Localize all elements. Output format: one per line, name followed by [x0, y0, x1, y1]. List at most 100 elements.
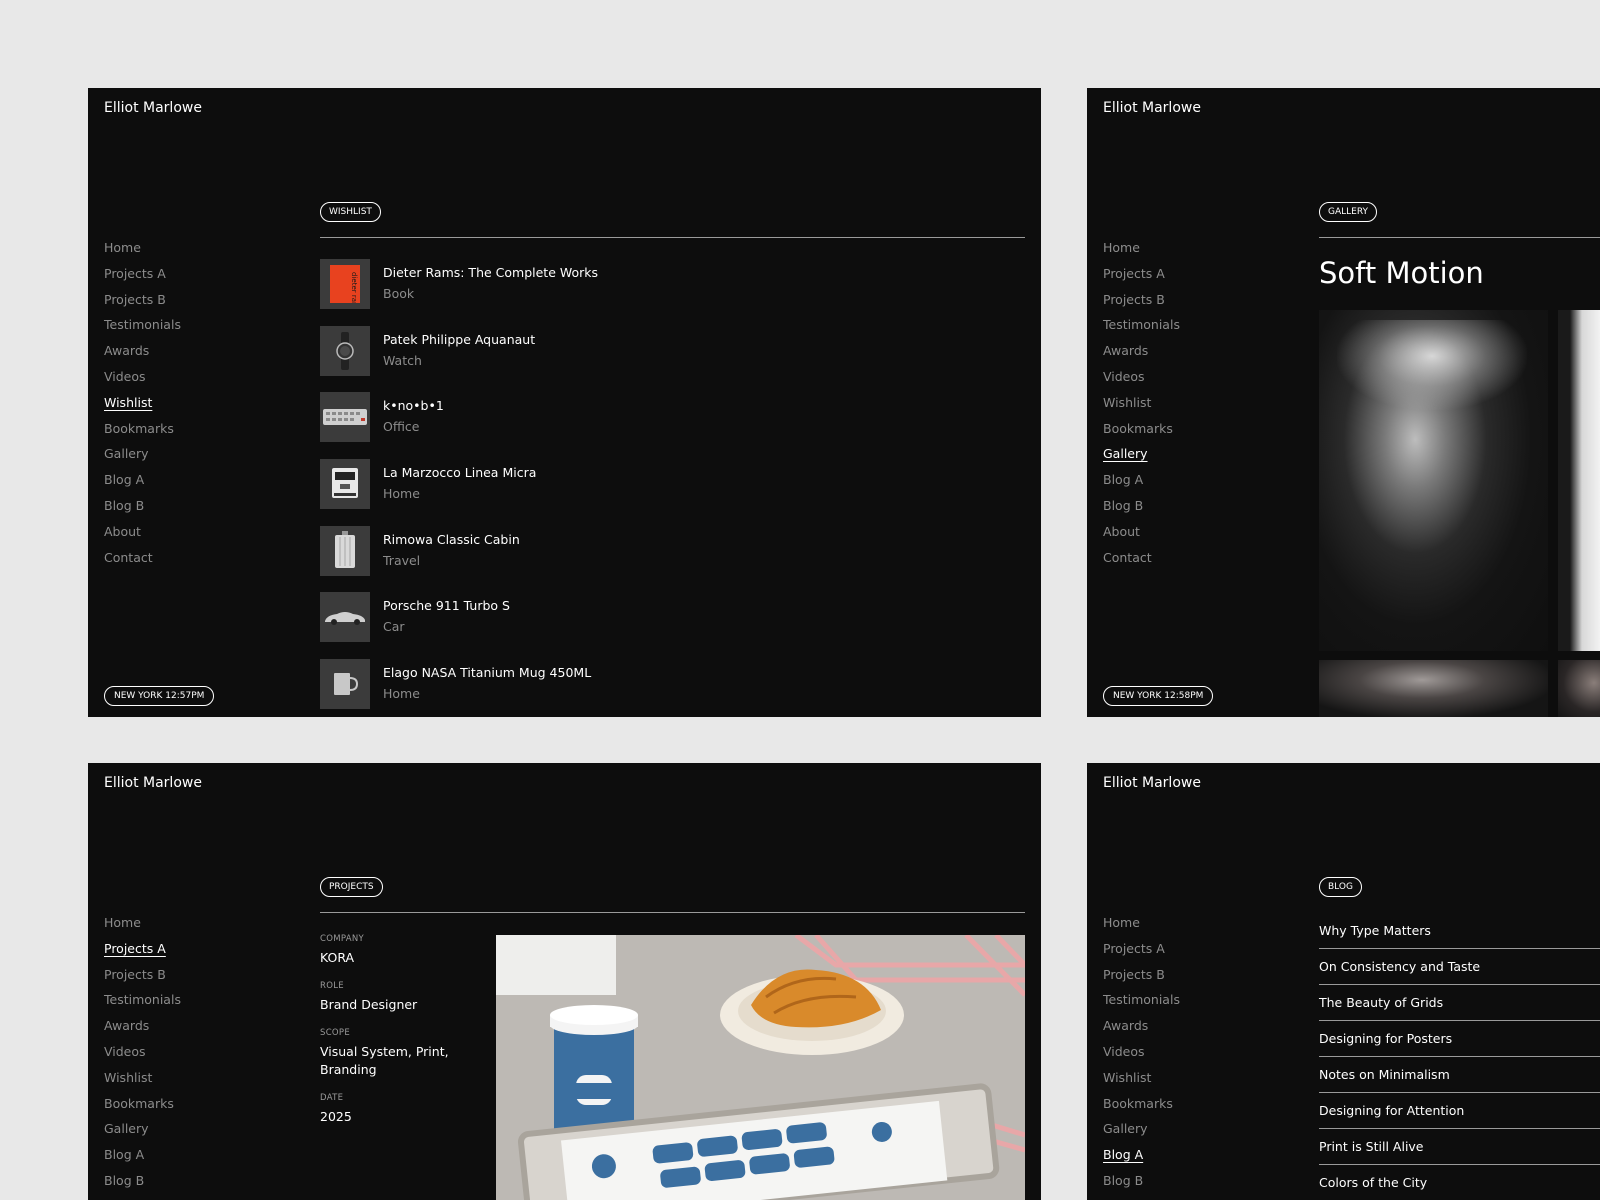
sidebar-item-home[interactable]: Home [1103, 240, 1180, 266]
sidebar-item-bookmarks[interactable]: Bookmarks [104, 421, 181, 447]
sidebar-item-home[interactable]: Home [1103, 915, 1180, 941]
sidebar-item-bookmarks[interactable]: Bookmarks [104, 1096, 181, 1122]
blog-post-link[interactable]: Designing for Attention [1319, 1093, 1600, 1129]
meta-label: SCOPE [320, 1028, 351, 1038]
sidebar-item-bookmarks[interactable]: Bookmarks [1103, 421, 1180, 447]
item-category: Watch [383, 352, 422, 368]
project-hero-image[interactable] [496, 935, 1025, 1200]
meta-value: 2025 [320, 1109, 352, 1124]
item-category: Home [383, 486, 420, 502]
sidebar-item-testimonials[interactable]: Testimonials [104, 317, 181, 343]
divider [1319, 237, 1600, 238]
meta-label: ROLE [320, 981, 344, 991]
meta-value: KORA [320, 950, 355, 965]
sidebar-item-wishlist[interactable]: Wishlist [1103, 395, 1180, 421]
blog-post-link[interactable]: The Beauty of Grids [1319, 985, 1600, 1021]
gallery-image-partial[interactable] [1558, 660, 1600, 717]
site-brand[interactable]: Elliot Marlowe [104, 100, 202, 116]
site-brand[interactable]: Elliot Marlowe [104, 775, 202, 791]
sidebar-item-blog-b[interactable]: Blog B [1103, 1173, 1180, 1199]
watch-icon [320, 325, 370, 376]
sidebar-item-videos[interactable]: Videos [1103, 369, 1180, 395]
sidebar-item-projects-b[interactable]: Projects B [1103, 292, 1180, 318]
item-category: Travel [383, 552, 421, 568]
gallery-page-panel: Elliot Marlowe Home Projects A Projects BT… [1087, 88, 1600, 717]
meta-value: Brand Designer [320, 997, 418, 1012]
item-name: Elago NASA Titanium Mug 450ML [383, 665, 592, 681]
svg-text:dieter rams: dieter rams [350, 272, 358, 303]
gallery-image-jacket[interactable] [1558, 310, 1600, 651]
meta-label: DATE [320, 1093, 344, 1103]
sidebar-item-gallery[interactable]: Gallery [104, 1121, 181, 1147]
sidebar-item-videos[interactable]: Videos [104, 369, 181, 395]
sidebar-item-testimonials[interactable]: Testimonials [104, 992, 181, 1018]
blog-post-link[interactable]: Notes on Minimalism [1319, 1057, 1600, 1093]
sidebar-item-gallery[interactable]: Gallery [104, 446, 181, 472]
item-category: Office [383, 419, 420, 435]
item-category: Book [383, 286, 415, 301]
sidebar-item-gallery[interactable]: Gallery [1103, 1121, 1180, 1147]
car-icon [320, 592, 370, 643]
sidebar-item-gallery[interactable]: Gallery [1103, 446, 1180, 472]
sidebar-item-projects-b[interactable]: Projects B [104, 967, 181, 993]
sidebar-item-projects-a[interactable]: Projects A [1103, 941, 1180, 967]
sidebar-item-projects-b[interactable]: Projects B [104, 292, 181, 318]
sidebar-item-awards[interactable]: Awards [104, 1018, 181, 1044]
sidebar-item-blog-a[interactable]: Blog A [1103, 472, 1180, 498]
sidebar-item-wishlist[interactable]: Wishlist [104, 1070, 181, 1096]
sidebar-item-projects-b[interactable]: Projects B [1103, 967, 1180, 993]
item-name: Rimowa Classic Cabin [383, 531, 520, 547]
sidebar-item-blog-a[interactable]: Blog A [1103, 1147, 1180, 1173]
suitcase-icon [320, 525, 370, 576]
wishlist-page-panel: Elliot Marlowe Home Projects A Projects BT… [88, 88, 1041, 717]
sidebar-item-home[interactable]: Home [104, 915, 181, 941]
sidebar-item-wishlist[interactable]: Wishlist [104, 395, 181, 421]
sidebar-item-contact[interactable]: Contact [1103, 550, 1180, 576]
meta-value: Visual System, Print, Branding [320, 1044, 449, 1077]
location-clock-badge: NEW YORK 12:57PM [104, 686, 215, 706]
sidebar-item-blog-b[interactable]: Blog B [104, 1173, 181, 1199]
gallery-image-face[interactable] [1319, 660, 1548, 717]
sidebar-item-blog-a[interactable]: Blog A [104, 472, 181, 498]
blog-post-link[interactable]: Colors of the City [1319, 1165, 1600, 1200]
divider [320, 237, 1025, 238]
sidebar-item-blog-a[interactable]: Blog A [104, 1147, 181, 1173]
sidebar-item-contact[interactable]: Contact [104, 550, 181, 576]
espresso-machine-icon [320, 459, 370, 510]
sidebar-item-projects-a[interactable]: Projects A [1103, 266, 1180, 292]
book-cover-icon: dieter rams [320, 259, 370, 309]
blog-post-link[interactable]: Designing for Posters [1319, 1021, 1600, 1057]
sidebar-item-projects-a[interactable]: Projects A [104, 941, 181, 967]
blog-post-link[interactable]: On Consistency and Taste [1319, 949, 1600, 985]
sidebar-item-home[interactable]: Home [104, 240, 181, 266]
sidebar-item-testimonials[interactable]: Testimonials [1103, 992, 1180, 1018]
sidebar-item-videos[interactable]: Videos [1103, 1044, 1180, 1070]
sidebar-nav: Home Projects A Projects B Testimonials Awar… [104, 240, 181, 575]
blog-post-list: Why Type Matters On Consistency and Tast… [1319, 913, 1600, 1200]
blog-post-link[interactable]: Why Type Matters [1319, 913, 1600, 949]
section-tag: WISHLIST [320, 202, 381, 222]
sidebar-item-bookmarks[interactable]: Bookmarks [1103, 1096, 1180, 1122]
site-brand[interactable]: Elliot Marlowe [1103, 100, 1201, 116]
sidebar-nav: Home Projects A Projects B Testimonials Awar… [104, 915, 181, 1200]
sidebar-item-awards[interactable]: Awards [104, 343, 181, 369]
site-brand[interactable]: Elliot Marlowe [1103, 775, 1201, 791]
keyboard-icon [320, 392, 370, 443]
sidebar-item-videos[interactable]: Videos [104, 1044, 181, 1070]
blog-post-link[interactable]: Print is Still Alive [1319, 1129, 1600, 1165]
sidebar-item-blog-b[interactable]: Blog B [104, 498, 181, 524]
sidebar-item-about[interactable]: About [104, 524, 181, 550]
sidebar-item-blog-b[interactable]: Blog B [1103, 498, 1180, 524]
sidebar-item-testimonials[interactable]: Testimonials [1103, 317, 1180, 343]
sidebar-item-awards[interactable]: Awards [1103, 1018, 1180, 1044]
item-category: Car [383, 619, 405, 635]
item-name: Dieter Rams: The Complete Works [383, 265, 599, 280]
sidebar-item-awards[interactable]: Awards [1103, 343, 1180, 369]
sidebar-item-about[interactable]: About [1103, 524, 1180, 550]
sidebar-item-projects-a[interactable]: Projects A [104, 266, 181, 292]
sidebar-nav: Home Projects A Projects B Testimonials Awar… [1103, 240, 1180, 575]
section-tag: PROJECTS [320, 877, 383, 897]
section-tag: BLOG [1319, 877, 1362, 897]
gallery-title: Soft Motion [1319, 256, 1484, 290]
sidebar-item-wishlist[interactable]: Wishlist [1103, 1070, 1180, 1096]
